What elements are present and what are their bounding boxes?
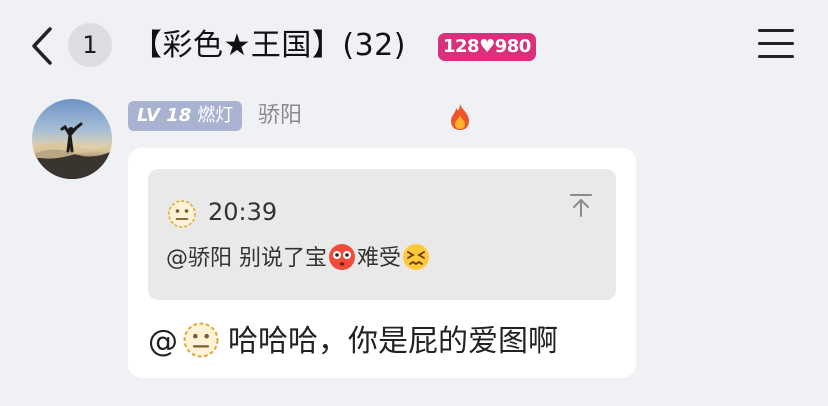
quoted-text-middle: 难受 xyxy=(357,246,402,271)
quoted-message[interactable]: 20:39 @骄阳 别说了宝 难受 xyxy=(148,169,616,300)
chat-header: 1 【彩色★王国】(32) 128♥980 xyxy=(0,0,828,90)
mention-prefix: @ xyxy=(148,324,178,359)
sender-name[interactable]: 骄阳 xyxy=(258,101,469,131)
level-title: 燃灯 xyxy=(197,105,234,126)
avatar[interactable] xyxy=(32,99,112,179)
level-label: LV 18 xyxy=(137,105,192,126)
group-title: 【彩色★王国】(32) xyxy=(132,28,406,63)
quoted-time: 20:39 xyxy=(208,198,278,226)
quoted-text: @骄阳 别说了宝 难受 xyxy=(166,241,431,277)
unread-count-badge[interactable]: 1 xyxy=(68,23,112,67)
hamburger-menu-icon xyxy=(758,29,794,58)
back-button[interactable] xyxy=(26,26,58,66)
flushed-face-emoji xyxy=(329,244,355,270)
fire-icon xyxy=(451,104,469,130)
avatar-image xyxy=(32,122,112,179)
neutral-face-emoji xyxy=(168,200,196,228)
sender-name-text: 骄阳 xyxy=(258,103,303,128)
message-bubble[interactable]: 20:39 @骄阳 别说了宝 难受 @ 哈哈哈，你是屁的爱图啊 xyxy=(128,148,636,378)
chevron-left-icon xyxy=(32,27,52,65)
neutral-face-emoji xyxy=(183,322,219,358)
message-body: 哈哈哈，你是屁的爱图啊 xyxy=(228,324,558,359)
menu-button[interactable] xyxy=(758,29,794,61)
quoted-text-before: @骄阳 别说了宝 xyxy=(166,246,327,271)
level-badge: LV 18 燃灯 xyxy=(128,101,243,131)
group-tag-badge: 128♥980 xyxy=(438,33,536,61)
confounded-face-emoji xyxy=(403,244,430,270)
message-text: @ 哈哈哈，你是屁的爱图啊 xyxy=(148,320,558,364)
arrow-to-top-icon[interactable] xyxy=(568,192,594,218)
